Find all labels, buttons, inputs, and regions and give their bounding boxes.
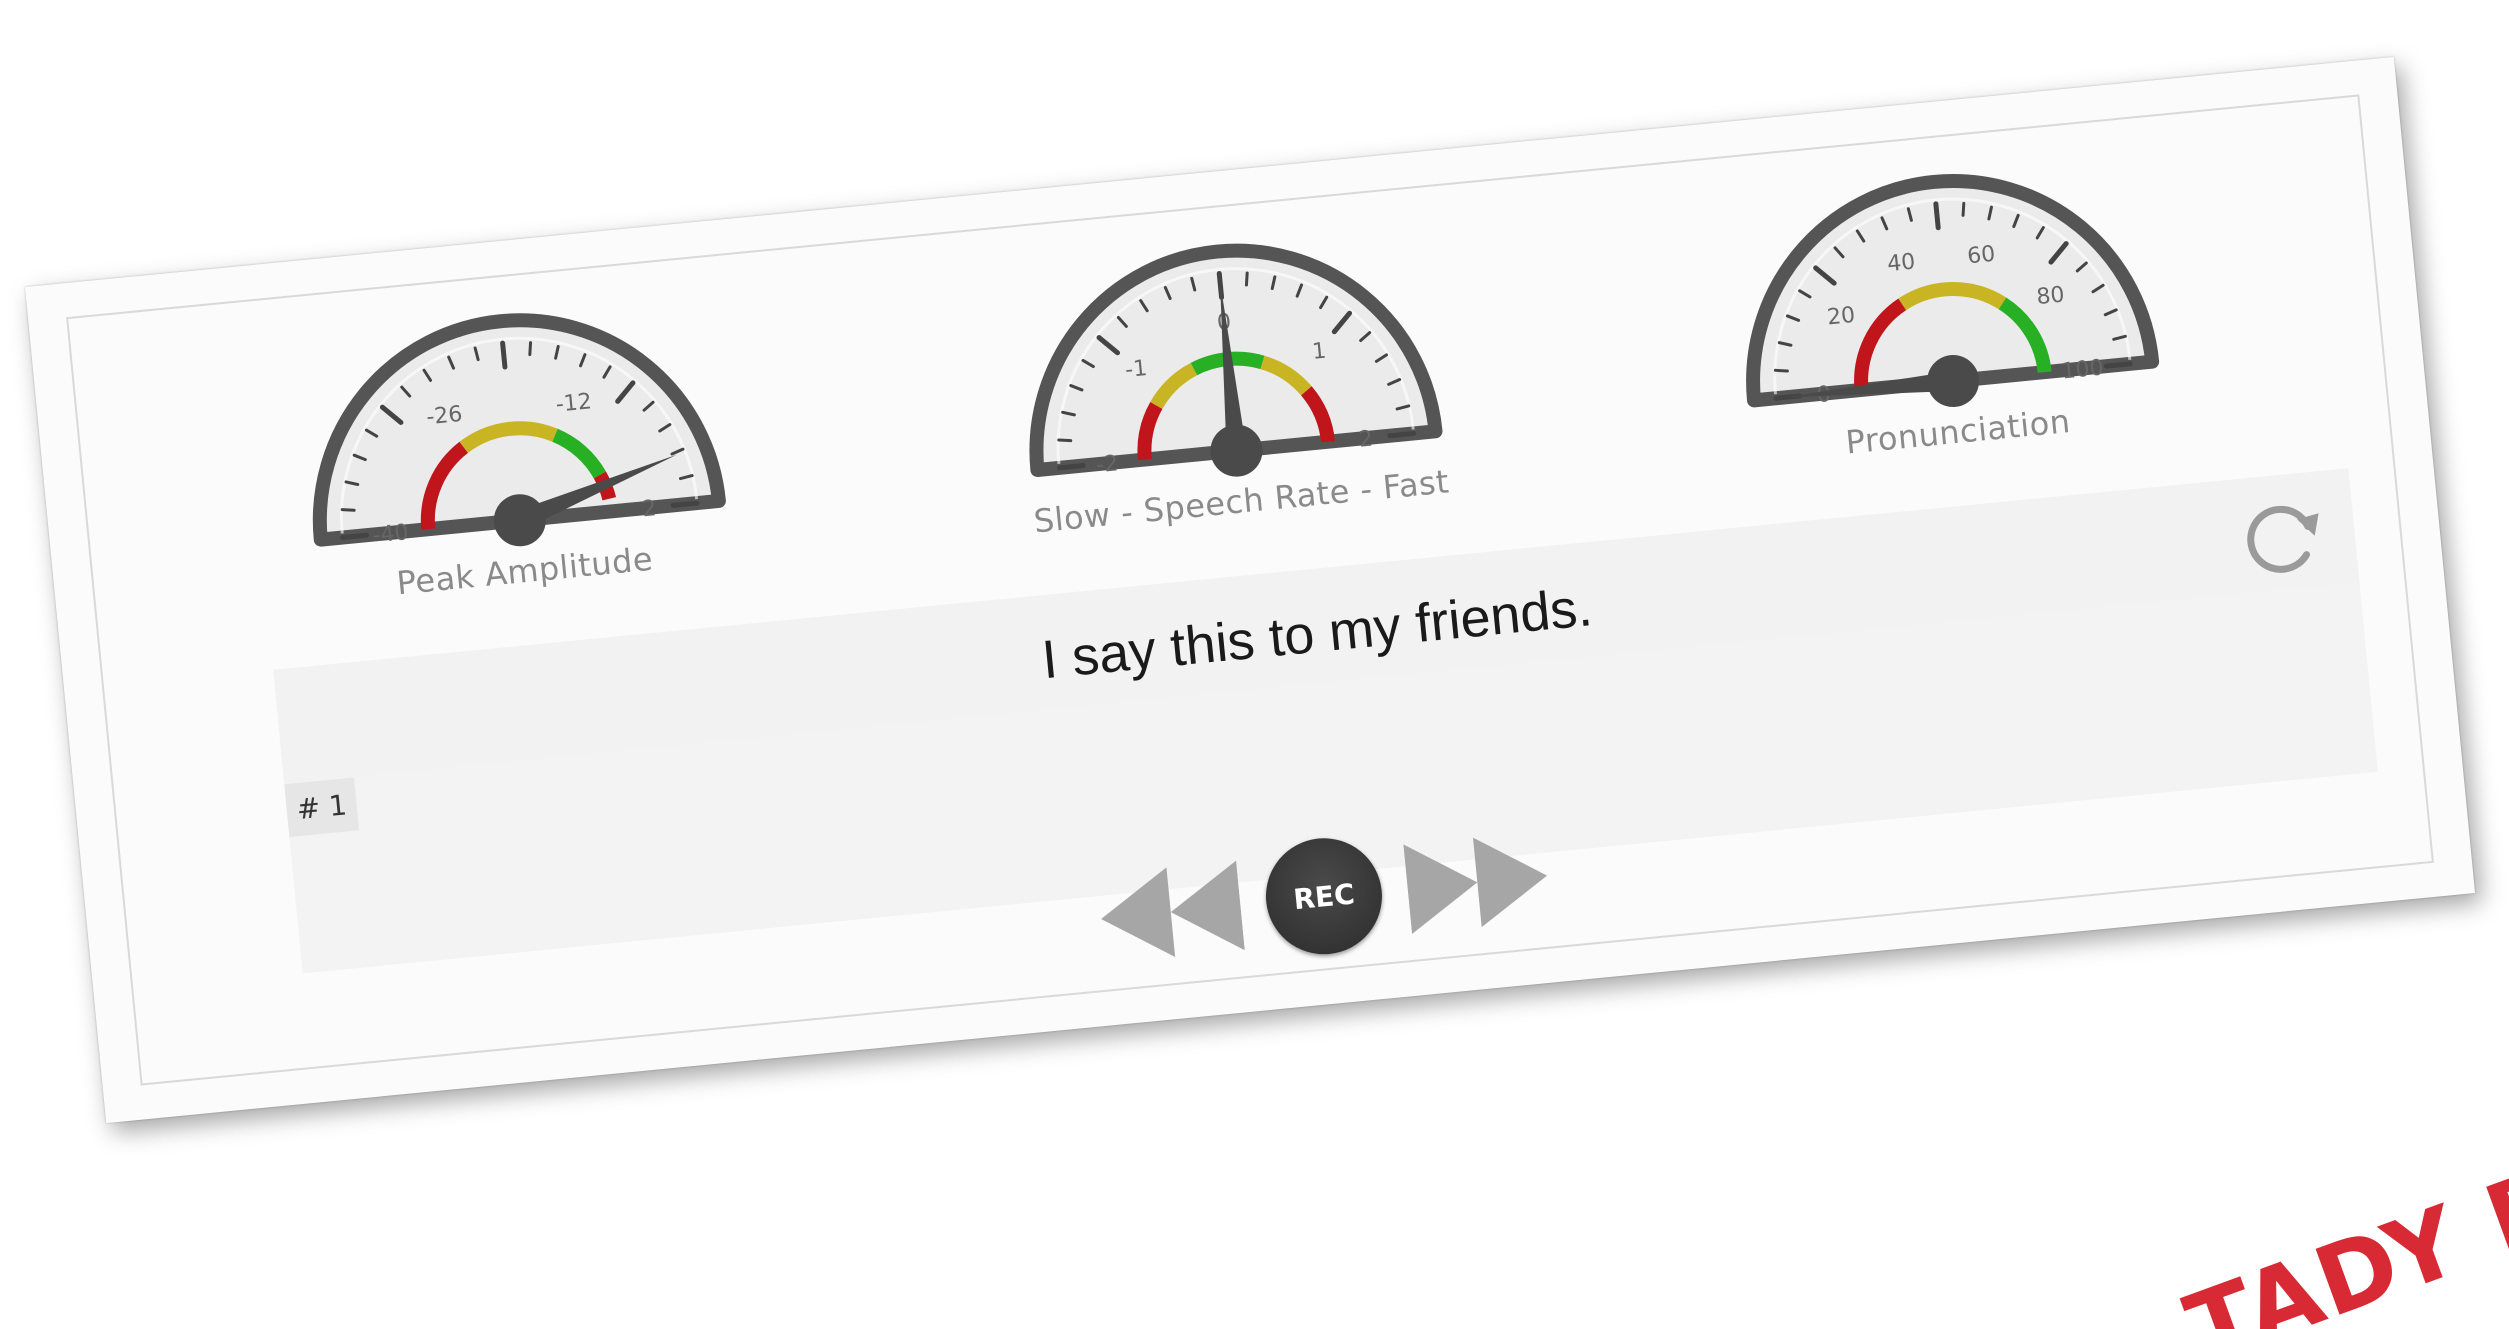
amplitude-tick: [500, 340, 508, 370]
item-number: # 1: [284, 777, 360, 838]
amplitude-tick-label: -26: [425, 402, 463, 430]
pron-tick-label: 60: [1966, 242, 1996, 270]
amplitude-tick-label: -12: [555, 389, 593, 417]
retry-icon-glyph: [2247, 505, 2319, 573]
speech-rate-dial: -2-1012: [1029, 243, 1443, 478]
amplitude-tick: [528, 341, 533, 357]
pron-tick: [1933, 201, 1941, 231]
peak-amplitude-gauge: -40 -26 -12 2 Peak Amplitude: [284, 271, 741, 611]
pron-tick-label: 40: [1886, 250, 1916, 278]
rate-tick-label: -2: [1095, 451, 1119, 478]
amplitude-tick: [670, 500, 700, 508]
pronunciation-gauge: 020406080100 Pronunciation: [1717, 131, 2174, 471]
amplitude-tick-label: 2: [641, 496, 657, 522]
amplitude-tick: [340, 532, 370, 541]
pronunciation-dial: 020406080100: [1746, 174, 2160, 408]
peak-amplitude-dial: -40 -26 -12 2: [312, 313, 726, 549]
rate-tick-label: 1: [1311, 339, 1327, 365]
rate-tick: [1387, 430, 1417, 439]
pron-tick: [1961, 201, 1966, 217]
rate-tick-label: 2: [1358, 426, 1374, 452]
record-button[interactable]: REC: [1260, 832, 1388, 960]
pron-tick-label: 80: [2035, 282, 2065, 310]
rate-tick-label: -1: [1124, 356, 1148, 383]
pron-tick: [2103, 361, 2133, 369]
next-button[interactable]: [1403, 831, 1551, 934]
pron-tick-label: 100: [2061, 355, 2105, 384]
previous-button[interactable]: [1097, 860, 1245, 964]
pron-tick-label: 20: [1826, 303, 1856, 331]
rate-tick: [1056, 463, 1086, 471]
amplitude-tick-label: -40: [371, 520, 409, 548]
stamp-watermark: TADY B: [2172, 1146, 2509, 1329]
rewind-icon: [1101, 860, 1245, 957]
pron-tick: [1773, 368, 1789, 373]
rate-tick: [1057, 438, 1073, 443]
rate-tick: [1244, 271, 1249, 287]
retry-icon[interactable]: [2237, 491, 2329, 583]
speech-rate-gauge: -2-1012 Slow - Speech Rate - Fast: [1000, 201, 1457, 541]
pronunciation-trainer-card: -40-26-122 Peak Amplitude -2-1012 Slow -…: [24, 56, 2476, 1124]
page: -40-26-122 Peak Amplitude -2-1012 Slow -…: [0, 0, 2509, 1329]
fast-forward-icon: [1403, 837, 1548, 934]
amplitude-tick: [340, 508, 356, 512]
